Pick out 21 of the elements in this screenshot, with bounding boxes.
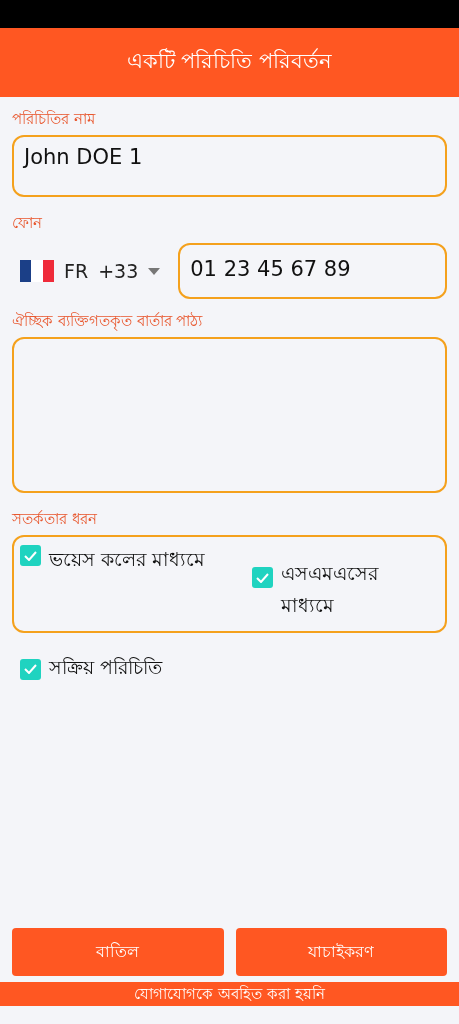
check-icon: [24, 550, 37, 561]
message-input-field[interactable]: [12, 337, 447, 493]
field-label: সতর্কতার ধরন: [12, 509, 97, 530]
header-title: একটি পরিচিতি পরিবর্তন: [126, 47, 333, 75]
notice-banner: যোগাযোগকে অবহিত করা হয়নি: [0, 982, 459, 1006]
check-icon: [24, 664, 37, 674]
checkbox[interactable]: [252, 567, 273, 588]
check-icon: [256, 572, 269, 583]
checkbox-label: ভয়েস কলের মাধ্যমে: [49, 547, 206, 572]
field-label: ফোন: [12, 213, 42, 234]
caret-icon: [148, 267, 161, 275]
checkbox-label: এসএমএসের মাধ্যমে: [281, 561, 380, 618]
field-label: পরিচিতির নাম: [12, 109, 95, 130]
phone-input-field[interactable]: 01 23 45 67 89: [178, 243, 447, 299]
flag-icon: [20, 260, 54, 282]
name-input-field[interactable]: John DOE 1: [12, 135, 447, 197]
country-selector[interactable]: FR +33: [12, 260, 169, 282]
checkbox[interactable]: [20, 545, 41, 566]
field-label: ঐচ্ছিক ব্যক্তিগতকৃত বার্তার পাঠ্য: [12, 311, 203, 333]
checkbox[interactable]: [20, 658, 41, 680]
checkbox-label: সক্রিয় পরিচিতি: [49, 655, 163, 680]
